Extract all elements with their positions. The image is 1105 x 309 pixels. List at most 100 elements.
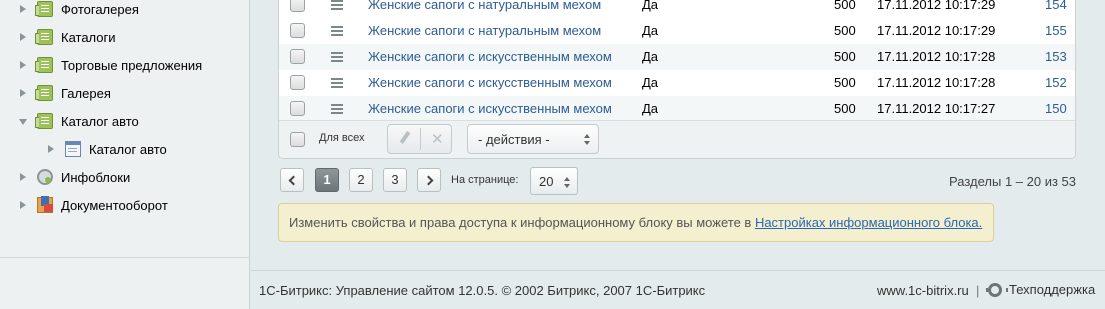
button-separator — [420, 128, 421, 150]
footer-divider: | — [976, 283, 980, 298]
active-value: Да — [642, 49, 659, 64]
main-content: Женские сапоги с натуральным мехом Да 50… — [251, 0, 1105, 309]
table-row: Женские сапоги с искусственным мехом Да … — [279, 70, 1075, 96]
row-menu-icon[interactable] — [331, 104, 343, 106]
active-value: Да — [642, 75, 659, 90]
expand-arrow-icon[interactable] — [19, 5, 27, 13]
id-link[interactable]: 153 — [1045, 49, 1067, 64]
sidebar-item-workflow[interactable]: Документооборот — [19, 194, 168, 216]
copyright-text: 1С-Битрикс: Управление сайтом 12.0.5. © … — [259, 283, 706, 298]
page-button-1[interactable]: 1 — [315, 168, 339, 192]
catalog-icon — [65, 141, 81, 157]
date-value: 17.11.2012 10:17:28 — [877, 49, 996, 64]
sort-value: 500 — [834, 0, 856, 12]
table-row: Женские сапоги с натуральным мехом Да 50… — [279, 18, 1075, 44]
table-row: Женские сапоги с искусственным мехом Да … — [279, 96, 1075, 122]
prev-page-button[interactable] — [280, 168, 304, 192]
sort-value: 500 — [834, 49, 856, 64]
support-link[interactable]: Техподдержка — [986, 282, 1096, 297]
per-page-select[interactable]: 20 — [530, 167, 578, 195]
date-value: 17.11.2012 10:17:27 — [877, 101, 996, 116]
per-page-value: 20 — [539, 174, 554, 189]
expand-arrow-icon[interactable] — [19, 89, 27, 97]
row-checkbox[interactable] — [290, 75, 305, 90]
sidebar-item-label: Торговые предложения — [61, 57, 203, 73]
element-name-link[interactable]: Женские сапоги с натуральным мехом — [368, 23, 601, 38]
sidebar-item-trade-offers[interactable]: Торговые предложения — [19, 54, 202, 76]
iblock-settings-link[interactable]: Настройках информационного блока. — [755, 215, 982, 230]
info-notice: Изменить свойства и права доступа к инфо… — [278, 203, 994, 242]
element-name-link[interactable]: Женские сапоги с натуральным мехом — [368, 0, 601, 12]
active-value: Да — [642, 0, 659, 12]
sort-value: 500 — [834, 101, 856, 116]
workflow-icon — [37, 196, 53, 213]
page-button-2[interactable]: 2 — [349, 168, 373, 192]
sidebar-item-gallery[interactable]: Галерея — [19, 82, 111, 104]
select-arrows-icon — [584, 134, 590, 145]
sidebar-item-catalogs[interactable]: Каталоги — [19, 26, 116, 48]
table-row: Женские сапоги с натуральным мехом Да 50… — [279, 0, 1075, 18]
expand-arrow-icon[interactable] — [19, 201, 27, 209]
actions-select[interactable]: - действия - — [467, 124, 599, 154]
expand-arrow-icon[interactable] — [47, 145, 55, 153]
active-value: Да — [642, 101, 659, 116]
sidebar: Фотогалерея Каталоги Торговые предложени… — [0, 0, 250, 309]
id-link[interactable]: 154 — [1045, 0, 1067, 12]
sidebar-item-photogallery[interactable]: Фотогалерея — [19, 0, 139, 20]
iblock-icon — [35, 29, 53, 45]
element-name-link[interactable]: Женские сапоги с искусственным мехом — [368, 49, 612, 64]
sidebar-item-label: Галерея — [61, 85, 111, 101]
support-label: Техподдержка — [1009, 282, 1096, 297]
date-value: 17.11.2012 10:17:28 — [877, 75, 996, 90]
sidebar-item-auto-catalog[interactable]: Каталог авто — [19, 110, 139, 132]
sidebar-item-label: Каталог авто — [89, 141, 167, 157]
sidebar-divider — [0, 257, 250, 258]
actions-select-value: - действия - — [478, 132, 550, 147]
element-name-link[interactable]: Женские сапоги с искусственным мехом — [368, 101, 612, 116]
iblock-icon — [35, 85, 53, 101]
elements-table: Женские сапоги с натуральным мехом Да 50… — [278, 0, 1076, 159]
row-checkbox[interactable] — [290, 0, 305, 12]
collapse-arrow-icon[interactable] — [19, 117, 27, 125]
iblock-icon — [35, 57, 53, 73]
delete-x-icon[interactable]: ✕ — [431, 130, 444, 148]
select-all-checkbox[interactable] — [290, 132, 305, 147]
sidebar-item-label: Каталоги — [61, 29, 116, 45]
iblock-icon — [35, 113, 53, 129]
sidebar-item-label: Каталог авто — [61, 113, 139, 129]
edit-pencil-icon[interactable] — [398, 131, 410, 147]
page-button-3[interactable]: 3 — [383, 168, 407, 192]
sidebar-item-label: Документооборот — [61, 197, 168, 213]
row-menu-icon[interactable] — [331, 0, 343, 2]
row-checkbox[interactable] — [290, 49, 305, 64]
row-menu-icon[interactable] — [331, 78, 343, 80]
sidebar-item-auto-catalog-child[interactable]: Каталог авто — [47, 138, 167, 160]
page-footer: 1С-Битрикс: Управление сайтом 12.0.5. © … — [251, 270, 1105, 309]
sidebar-item-infoblocks[interactable]: Инфоблоки — [19, 166, 130, 188]
table-footer: Для всех ✕ - действия - — [279, 120, 1075, 158]
edit-delete-buttons: ✕ — [387, 124, 452, 154]
sort-value: 500 — [834, 75, 856, 90]
range-info: Разделы 1 – 20 из 53 — [949, 174, 1076, 189]
gear-icon — [986, 282, 1008, 297]
expand-arrow-icon[interactable] — [19, 61, 27, 69]
infoblocks-settings-icon — [37, 169, 53, 185]
id-link[interactable]: 152 — [1045, 75, 1067, 90]
row-menu-icon[interactable] — [331, 26, 343, 28]
site-link[interactable]: www.1c-bitrix.ru — [877, 283, 969, 298]
date-value: 17.11.2012 10:17:29 — [877, 23, 996, 38]
sidebar-item-label: Инфоблоки — [61, 169, 131, 185]
id-link[interactable]: 150 — [1045, 101, 1067, 116]
per-page-label: На странице: — [451, 174, 519, 186]
element-name-link[interactable]: Женские сапоги с искусственным мехом — [368, 75, 612, 90]
expand-arrow-icon[interactable] — [19, 33, 27, 41]
sidebar-item-label: Фотогалерея — [61, 1, 139, 17]
info-text: Изменить свойства и права доступа к инфо… — [289, 215, 755, 230]
select-all-label[interactable]: Для всех — [319, 132, 364, 144]
next-page-button[interactable] — [417, 168, 441, 192]
id-link[interactable]: 155 — [1045, 23, 1067, 38]
row-menu-icon[interactable] — [331, 52, 343, 54]
row-checkbox[interactable] — [290, 101, 305, 116]
row-checkbox[interactable] — [290, 23, 305, 38]
expand-arrow-icon[interactable] — [19, 173, 27, 181]
